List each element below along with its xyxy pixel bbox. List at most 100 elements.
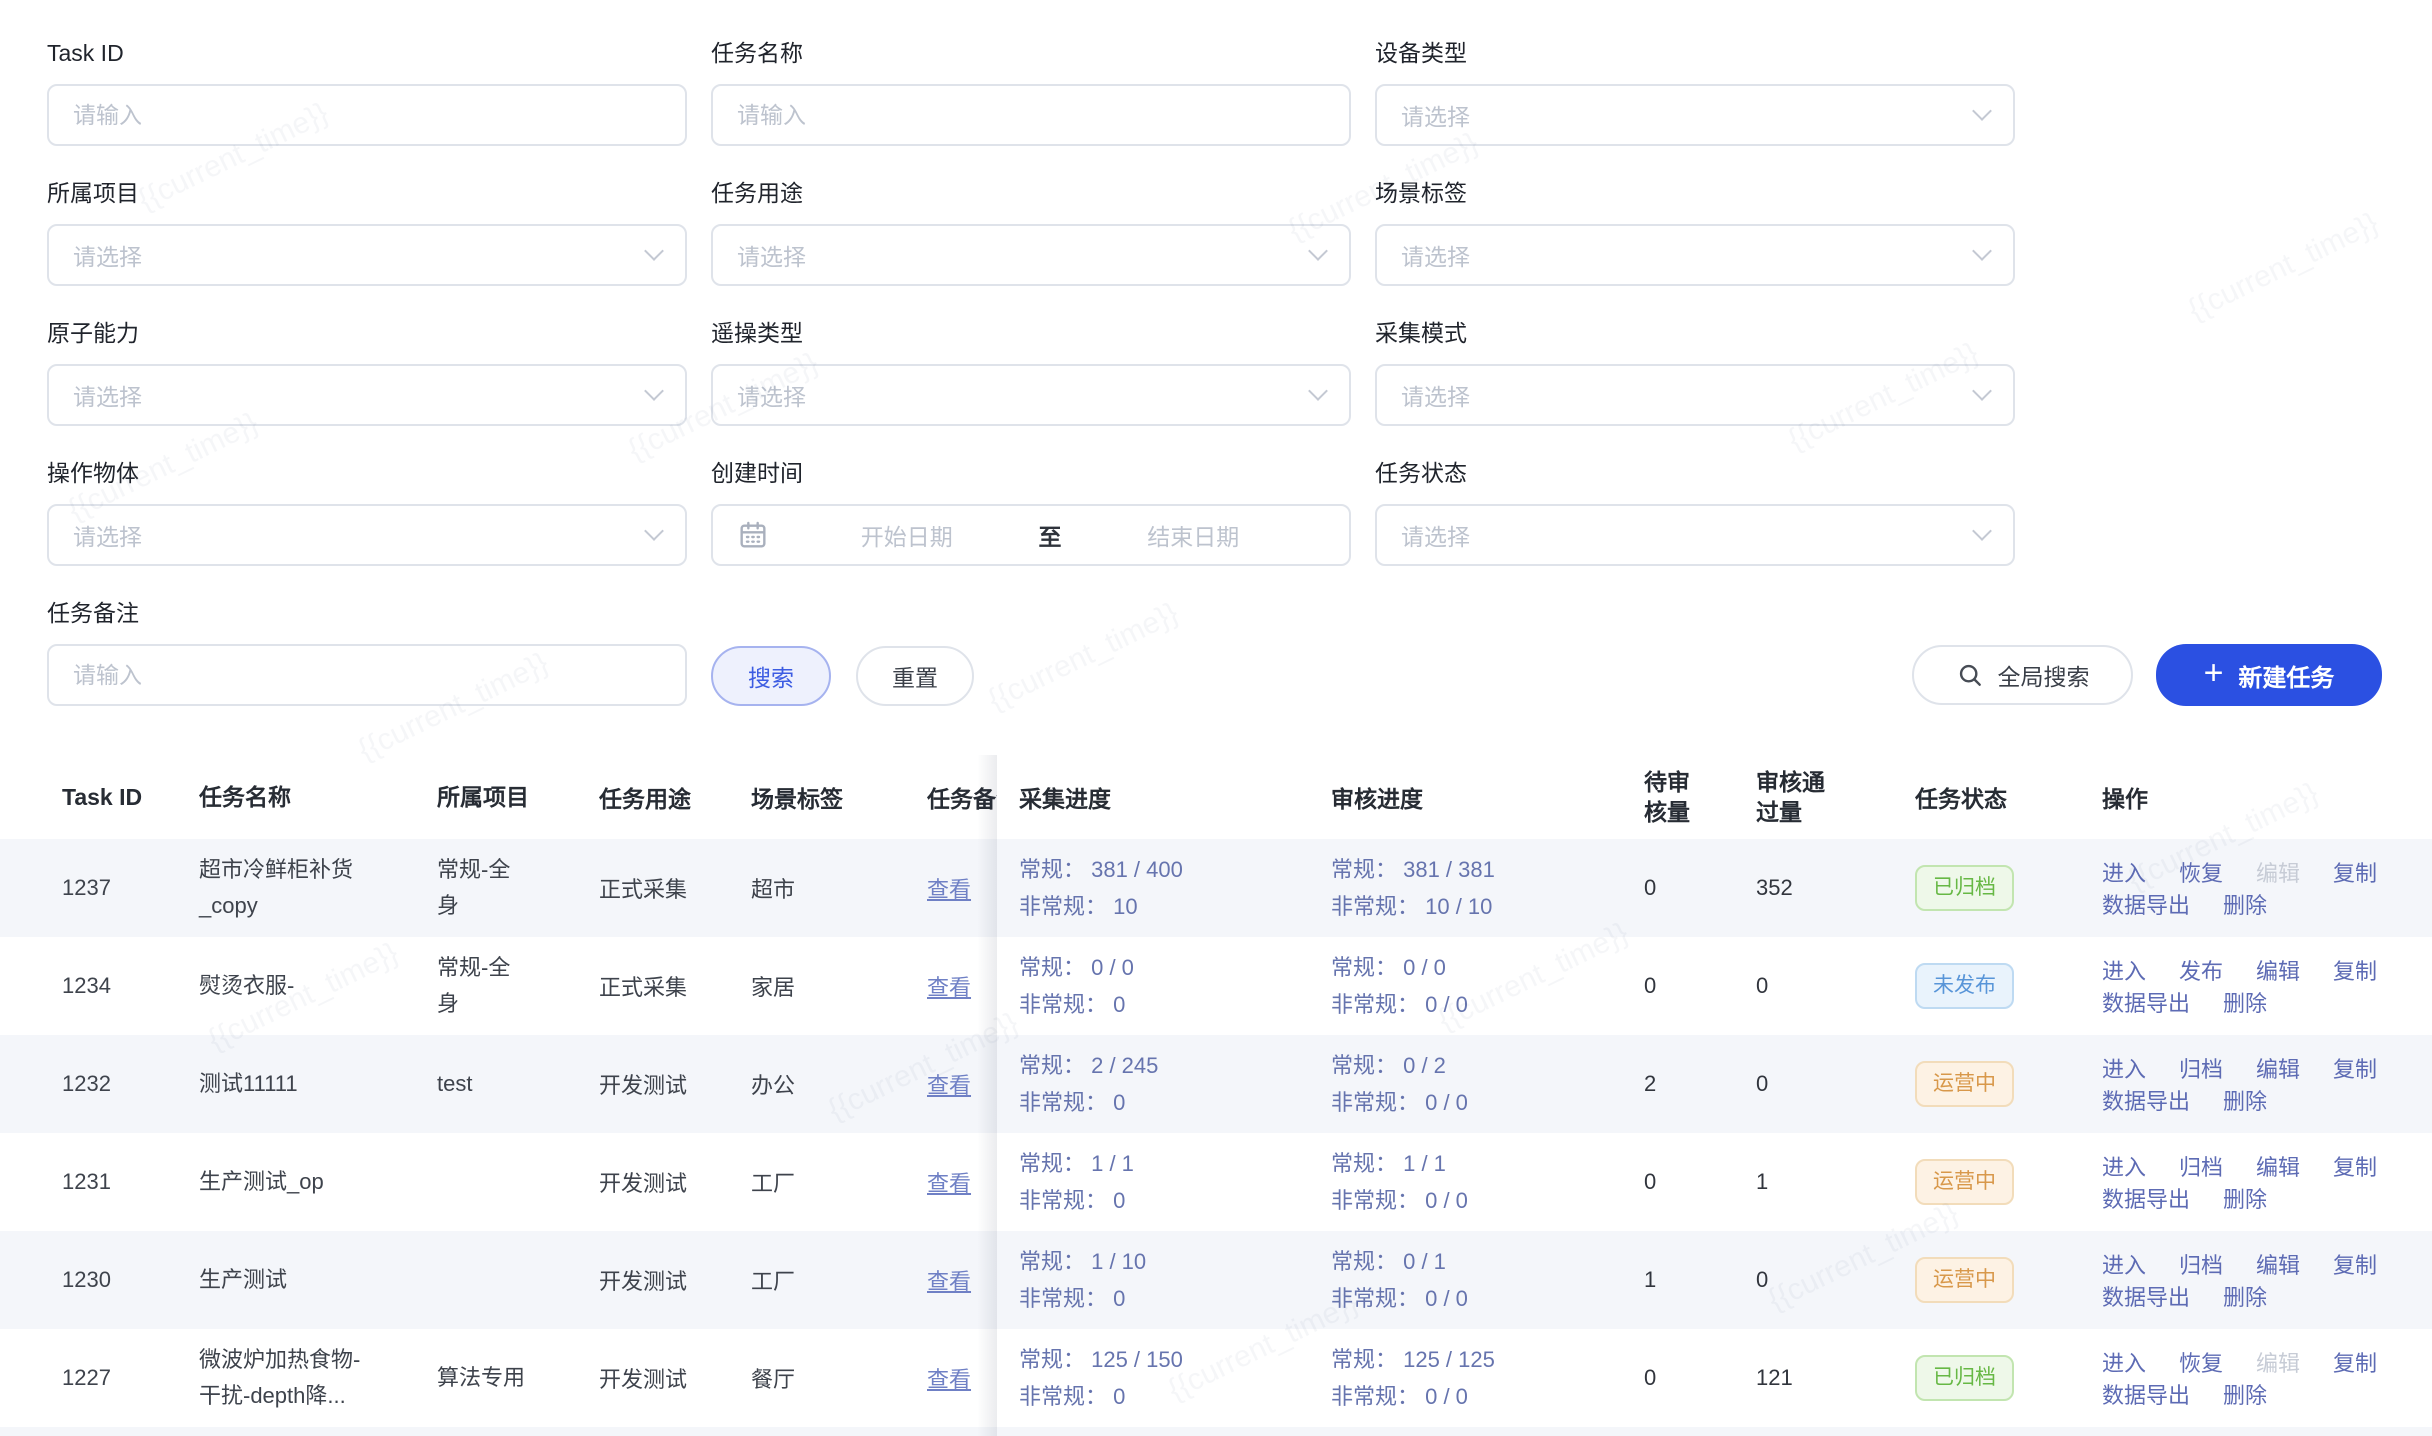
scene-tag-select[interactable]: 请选择 [1375,224,2015,286]
collect-regular: 常规： 2 / 245 [1019,1047,1158,1084]
action-delete[interactable]: 删除 [2223,986,2267,1018]
view-remark-link[interactable]: 查看 [927,877,971,902]
action-copy[interactable]: 复制 [2333,1052,2377,1084]
review-irregular: 非常规： 0 / 0 [1331,1084,1468,1121]
action-archive[interactable]: 归档 [2179,1248,2223,1280]
action-copy[interactable]: 复制 [2333,1346,2377,1378]
filter-label: Task ID [47,38,687,68]
create-task-button[interactable]: + 新建任务 [2156,644,2382,706]
cell-passed-count: 0 [1750,973,1915,999]
cell-passed-count: 352 [1750,875,1915,901]
view-remark-link[interactable]: 查看 [927,975,971,1000]
action-export[interactable]: 数据导出 [2102,1280,2190,1312]
action-delete[interactable]: 删除 [2223,888,2267,920]
operate-object-select[interactable]: 请选择 [47,504,687,566]
action-enter[interactable]: 进入 [2102,1248,2146,1280]
action-copy[interactable]: 复制 [2333,1150,2377,1182]
action-export[interactable]: 数据导出 [2102,888,2190,920]
chevron-down-icon [1972,381,1992,401]
review-irregular: 非常规： 0 / 0 [1331,1280,1468,1317]
view-remark-link[interactable]: 查看 [927,1171,971,1196]
review-regular: 常规： 0 / 0 [1331,949,1446,986]
action-edit[interactable]: 编辑 [2256,856,2300,888]
action-publish[interactable]: 发布 [2179,954,2223,986]
cell-pending-count: 1 [1638,1267,1750,1293]
action-delete[interactable]: 删除 [2223,1280,2267,1312]
task-name-input[interactable] [711,84,1351,146]
cell-task-name: 微波炉加热食物-干扰-depth降... [199,1342,437,1414]
search-icon [1956,661,1985,690]
review-regular: 常规： 0 / 2 [1331,1047,1446,1084]
chevron-down-icon [1308,381,1328,401]
action-restore[interactable]: 恢复 [2179,856,2223,888]
action-restore[interactable]: 恢复 [2179,1346,2223,1378]
action-delete[interactable]: 删除 [2223,1182,2267,1214]
view-remark-link[interactable]: 查看 [927,1367,971,1392]
filter-label: 任务用途 [711,178,1351,208]
review-regular: 常规： 381 / 381 [1331,851,1495,888]
scene-tag-field: 场景标签 请选择 [1375,178,2015,286]
collect-mode-select[interactable]: 请选择 [1375,364,2015,426]
chevron-down-icon [644,381,664,401]
project-select[interactable]: 请选择 [47,224,687,286]
action-enter[interactable]: 进入 [2102,1150,2146,1182]
action-delete[interactable]: 删除 [2223,1084,2267,1116]
action-edit[interactable]: 编辑 [2256,954,2300,986]
review-irregular: 非常规： 10 / 10 [1331,888,1492,925]
action-export[interactable]: 数据导出 [2102,1084,2190,1116]
col-header-project: 所属项目 [437,779,599,815]
view-remark-link[interactable]: 查看 [927,1269,971,1294]
cell-purpose: 开发测试 [599,1264,751,1296]
create-time-field: 创建时间 开始日期 至 结束日期 [711,458,1351,566]
chevron-down-icon [1972,521,1992,541]
task-table: Task ID 任务名称 所属项目 任务用途 场景标签 任务备注 采集进度 审核… [0,755,2432,1436]
task-remark-field: 任务备注 [47,598,687,706]
col-header-remark: 任务备注 [913,780,997,814]
action-archive[interactable]: 归档 [2179,1150,2223,1182]
cell-project: 常规-全身 [437,852,599,924]
chevron-down-icon [1308,241,1328,261]
status-badge: 运营中 [1915,1061,2014,1107]
table-row: 1232 测试11111 test 开发测试 办公 查看 常规： 2 / 245… [0,1035,2432,1133]
col-header-scene: 场景标签 [751,780,913,814]
action-export[interactable]: 数据导出 [2102,1182,2190,1214]
cell-task-name: 生产测试_op [199,1164,437,1200]
global-search-button[interactable]: 全局搜索 [1912,645,2133,705]
reset-button[interactable]: 重置 [856,646,974,706]
action-copy[interactable]: 复制 [2333,954,2377,986]
date-start-placeholder: 开始日期 [775,518,1039,552]
date-end-placeholder: 结束日期 [1062,518,1326,552]
task-id-input[interactable] [47,84,687,146]
atomic-ability-select[interactable]: 请选择 [47,364,687,426]
action-edit[interactable]: 编辑 [2256,1346,2300,1378]
date-range-picker[interactable]: 开始日期 至 结束日期 [711,504,1351,566]
watermark-text: {{current_time}} [2183,206,2384,327]
project-field: 所属项目 请选择 [47,178,687,286]
action-enter[interactable]: 进入 [2102,1346,2146,1378]
action-enter[interactable]: 进入 [2102,954,2146,986]
collect-irregular: 非常规： 0 [1019,1378,1125,1415]
search-button[interactable]: 搜索 [711,646,831,706]
action-enter[interactable]: 进入 [2102,856,2146,888]
action-copy[interactable]: 复制 [2333,1248,2377,1280]
teleop-type-select[interactable]: 请选择 [711,364,1351,426]
action-export[interactable]: 数据导出 [2102,986,2190,1018]
cell-project: test [437,1066,599,1102]
purpose-select[interactable]: 请选择 [711,224,1351,286]
action-archive[interactable]: 归档 [2179,1052,2223,1084]
task-status-select[interactable]: 请选择 [1375,504,2015,566]
task-remark-input[interactable] [47,644,687,706]
action-edit[interactable]: 编辑 [2256,1248,2300,1280]
device-type-select[interactable]: 请选择 [1375,84,2015,146]
table-row: 1231 生产测试_op 开发测试 工厂 查看 常规： 1 / 1 非常规： 0… [0,1133,2432,1231]
action-export[interactable]: 数据导出 [2102,1378,2190,1410]
view-remark-link[interactable]: 查看 [927,1073,971,1098]
action-enter[interactable]: 进入 [2102,1052,2146,1084]
action-copy[interactable]: 复制 [2333,856,2377,888]
action-edit[interactable]: 编辑 [2256,1052,2300,1084]
action-edit[interactable]: 编辑 [2256,1150,2300,1182]
global-search-label: 全局搜索 [1998,658,2090,692]
action-delete[interactable]: 删除 [2223,1378,2267,1410]
status-badge: 运营中 [1915,1257,2014,1303]
cell-passed-count: 1 [1750,1169,1915,1195]
